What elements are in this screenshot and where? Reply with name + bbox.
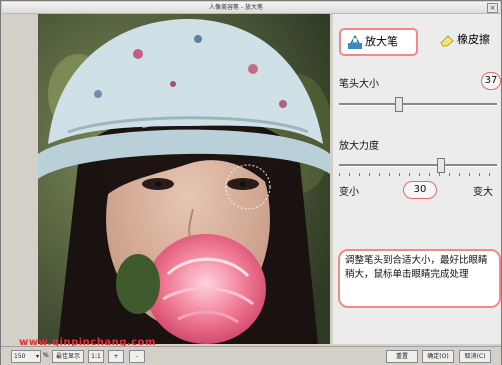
strength-value: 30 (403, 181, 437, 199)
eraser-icon (440, 35, 454, 47)
brush-size-slider[interactable] (339, 97, 497, 112)
brush-size-track (339, 103, 497, 106)
status-bar: 150 ▾ % 最佳显示 1:1 + - 重置 确定(O) 取消(C) (1, 346, 501, 365)
magnifier-brush-icon (348, 34, 362, 49)
chevron-down-icon: ▾ (35, 353, 39, 360)
enlarge-tool-label: 放大笔 (365, 35, 398, 48)
app-window: 人像美容笔 - 放大笔 × 放大笔 橡皮擦 笔头大小 37 放大力度 变小 30… (0, 0, 502, 365)
strength-max-label: 变大 (473, 187, 493, 198)
photo-canvas[interactable] (38, 14, 330, 344)
best-fit-button[interactable]: 最佳显示 (52, 350, 84, 363)
actual-size-button[interactable]: 1:1 (88, 350, 104, 363)
window-title: 人像美容笔 - 放大笔 (209, 4, 263, 11)
strength-label: 放大力度 (339, 141, 379, 152)
zoom-in-button[interactable]: + (108, 350, 124, 363)
strength-track (339, 164, 497, 167)
enlarge-tool-button[interactable]: 放大笔 (339, 28, 418, 56)
ok-button[interactable]: 确定(O) (422, 350, 454, 363)
zoom-unit: % (43, 352, 49, 359)
zoom-select[interactable]: 150 ▾ (11, 350, 41, 363)
zoom-value: 150 (14, 353, 26, 360)
portrait-image (38, 14, 330, 344)
hint-box: 调整笔头到合适大小，最好比眼睛稍大，鼠标单击眼睛完成处理 (338, 249, 501, 308)
brush-size-label: 笔头大小 (339, 79, 379, 90)
brush-size-value: 37 (481, 72, 501, 90)
zoom-out-button[interactable]: - (129, 350, 145, 363)
reset-button[interactable]: 重置 (386, 350, 418, 363)
eraser-tool-button[interactable]: 橡皮擦 (433, 28, 497, 52)
strength-thumb[interactable] (437, 158, 445, 173)
brush-size-thumb[interactable] (395, 97, 403, 112)
title-bar: 人像美容笔 - 放大笔 × (2, 2, 500, 14)
strength-ticks (339, 173, 497, 176)
eraser-tool-label: 橡皮擦 (457, 33, 490, 46)
cancel-button[interactable]: 取消(C) (459, 350, 491, 363)
strength-min-label: 变小 (339, 187, 359, 198)
close-icon[interactable]: × (487, 3, 498, 13)
strength-slider[interactable] (339, 158, 497, 176)
